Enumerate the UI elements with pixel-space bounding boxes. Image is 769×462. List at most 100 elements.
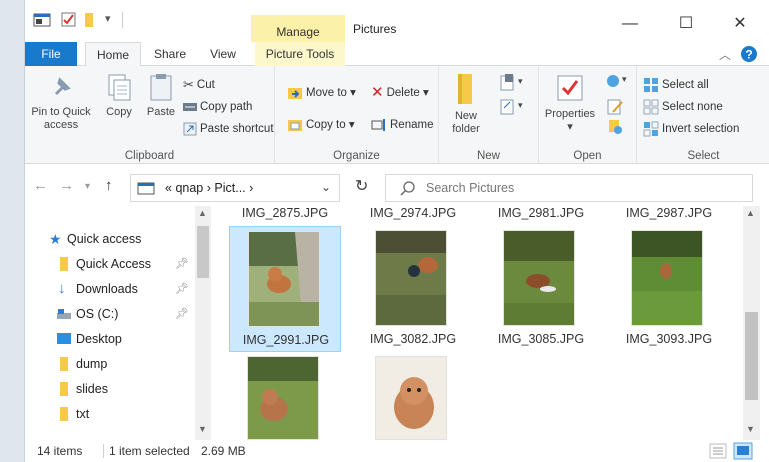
pin-to-quick-access-button[interactable]: Pin to Quick access: [27, 72, 95, 132]
navigation-bar: ← → ▾ ↑ « qnap › Pict... › ⌄ ↻ Search Pi…: [25, 170, 769, 204]
new-folder-button[interactable]: New folder: [443, 72, 489, 136]
up-arrow-icon[interactable]: ↑: [105, 177, 113, 194]
select-group: Select all Select none Invert selection …: [637, 66, 769, 164]
invert-selection-button[interactable]: Invert selection: [643, 120, 739, 138]
forward-arrow-icon[interactable]: →: [59, 177, 74, 194]
breadcrumb-separator-2[interactable]: ›: [249, 181, 253, 195]
breadcrumb-separator[interactable]: ›: [207, 181, 211, 195]
tab-picture-tools[interactable]: Picture Tools: [255, 42, 345, 66]
properties-button[interactable]: Properties ▾: [541, 72, 599, 134]
nav-label: slides: [76, 382, 108, 396]
rename-button[interactable]: Rename: [371, 116, 433, 134]
scroll-down-icon[interactable]: ▼: [746, 424, 755, 434]
svg-text:▾: ▾: [518, 76, 523, 86]
open-icon[interactable]: ▾: [605, 72, 629, 90]
pin-label-1: Pin to Quick: [31, 106, 91, 118]
file-list-scrollbar[interactable]: ▲ ▼: [743, 206, 760, 440]
easy-access-icon[interactable]: ▾: [499, 98, 525, 116]
paste-button[interactable]: Paste: [141, 72, 181, 119]
window-title: Pictures: [353, 22, 397, 36]
file-tile[interactable]: IMG_3093.JPG: [613, 226, 725, 352]
file-caption-top[interactable]: IMG_2981.JPG: [485, 206, 597, 220]
address-bar[interactable]: « qnap › Pict... › ⌄: [130, 174, 340, 202]
nav-scroll-thumb[interactable]: [197, 226, 209, 278]
nav-item-desktop[interactable]: Desktop: [25, 327, 195, 351]
select-all-button[interactable]: Select all: [643, 76, 709, 94]
path-overflow[interactable]: «: [165, 181, 172, 195]
thumbnail: [503, 230, 575, 326]
scroll-down-icon[interactable]: ▼: [198, 424, 207, 434]
new-folder-quick-icon[interactable]: [83, 12, 97, 28]
details-view-icon[interactable]: [709, 443, 727, 459]
organize-group: Move to ▾ Copy to ▾ ✕ Delete ▾ Rename Org…: [275, 66, 439, 164]
search-placeholder[interactable]: Search Pictures: [426, 181, 514, 195]
manage-context-tab[interactable]: Manage: [251, 15, 345, 42]
address-dropdown-icon[interactable]: ⌄: [321, 180, 331, 194]
collapse-ribbon-icon[interactable]: ︿: [719, 46, 731, 63]
refresh-icon[interactable]: ↻: [355, 176, 368, 196]
nav-quick-access-header[interactable]: ★ Quick access: [25, 227, 195, 251]
copy-label: Copy: [106, 106, 132, 118]
search-box[interactable]: Search Pictures: [385, 174, 753, 202]
nav-item-quick-access[interactable]: Quick Access 📌︎: [25, 252, 195, 276]
nav-item-dump[interactable]: dump: [25, 352, 195, 376]
maximize-button[interactable]: ☐: [671, 14, 701, 36]
nav-pane-scrollbar[interactable]: ▲ ▼: [195, 206, 211, 440]
file-tile-selected[interactable]: IMG_2991.JPG: [229, 226, 341, 352]
paste-shortcut-button[interactable]: Paste shortcut: [183, 120, 274, 138]
copy-to-button[interactable]: Copy to ▾: [287, 116, 355, 134]
delete-button[interactable]: ✕ Delete ▾: [371, 84, 429, 102]
customize-quick-access-icon[interactable]: ▾: [105, 12, 111, 28]
nav-item-txt[interactable]: txt: [25, 402, 195, 426]
scroll-up-icon[interactable]: ▲: [746, 208, 755, 218]
edit-icon[interactable]: [607, 98, 625, 116]
cut-button[interactable]: ✂ Cut: [183, 76, 215, 94]
file-tile[interactable]: IMG_3085.JPG: [485, 226, 597, 352]
history-icon[interactable]: [607, 118, 625, 136]
back-arrow-icon[interactable]: ←: [33, 177, 48, 194]
copy-button[interactable]: Copy: [99, 72, 139, 119]
file-tile[interactable]: [229, 356, 341, 440]
download-icon: ↓: [58, 280, 66, 297]
file-caption-top[interactable]: IMG_2987.JPG: [613, 206, 725, 220]
select-none-icon: [643, 99, 659, 115]
nav-item-os-c[interactable]: OS (C:) 📌︎: [25, 302, 195, 326]
folder-icon: [60, 407, 68, 421]
recent-locations-icon[interactable]: ▾: [85, 181, 90, 192]
copy-path-icon: [183, 102, 197, 111]
select-group-label: Select: [687, 150, 720, 162]
help-icon[interactable]: ?: [741, 46, 757, 62]
nav-label: Downloads: [76, 282, 138, 296]
scroll-up-icon[interactable]: ▲: [198, 208, 207, 218]
status-separator: [103, 444, 104, 458]
search-icon: [400, 181, 415, 196]
file-tile[interactable]: IMG_3082.JPG: [357, 226, 469, 352]
tab-home[interactable]: Home: [85, 42, 141, 67]
tab-view[interactable]: View: [201, 42, 245, 66]
nav-item-downloads[interactable]: ↓ Downloads 📌︎: [25, 277, 195, 301]
copy-path-button[interactable]: Copy path: [183, 98, 252, 116]
dog-photo-thumbnail: [376, 357, 446, 439]
file-caption-top[interactable]: IMG_2974.JPG: [357, 206, 469, 220]
select-none-button[interactable]: Select none: [643, 98, 723, 116]
breadcrumb-qnap[interactable]: qnap: [175, 181, 203, 195]
dog-photo-thumbnail: [248, 357, 318, 439]
file-caption-top[interactable]: IMG_2875.JPG: [229, 206, 341, 220]
pin-icon: [54, 77, 71, 96]
breadcrumb-pictures[interactable]: Pict...: [214, 181, 245, 195]
nav-item-slides[interactable]: slides: [25, 377, 195, 401]
tab-share[interactable]: Share: [145, 42, 195, 66]
rename-label: Rename: [390, 119, 434, 131]
tab-file[interactable]: File: [25, 42, 77, 66]
minimize-button[interactable]: —: [615, 14, 645, 36]
status-bar: 14 items 1 item selected 2.69 MB: [25, 440, 769, 462]
properties-quick-icon[interactable]: [61, 12, 77, 28]
close-button[interactable]: ✕: [725, 14, 755, 36]
svg-text:▾: ▾: [622, 74, 627, 84]
file-tile[interactable]: [357, 356, 469, 440]
new-item-icon[interactable]: ▾: [499, 74, 525, 92]
file-list-scroll-thumb[interactable]: [745, 312, 758, 400]
large-icons-view-icon[interactable]: [733, 442, 753, 460]
move-to-button[interactable]: Move to ▾: [287, 84, 356, 102]
selection-size: 2.69 MB: [201, 444, 246, 458]
